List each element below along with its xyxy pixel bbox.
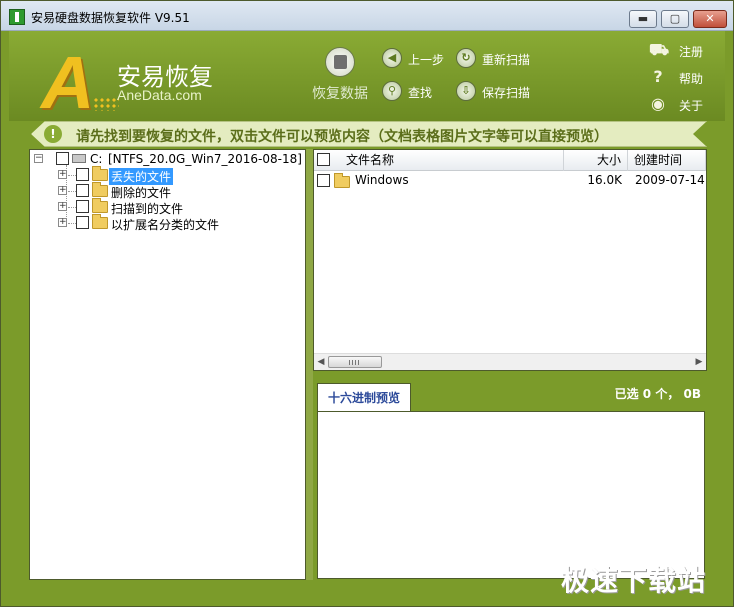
save-scan-icon: ⇩ xyxy=(456,81,476,101)
folder-icon xyxy=(334,173,350,188)
file-list[interactable]: 文件名称 大小 创建时间 Windows 16.0K 2009-07-14 1 … xyxy=(313,149,707,371)
folder-tree[interactable]: − C: [NTFS_20.0G_Win7_2016-08-18] + 丢失的文… xyxy=(29,149,306,580)
tree-item-label: 以扩展名分类的文件 xyxy=(111,218,220,232)
save-scan-label: 保存扫描 xyxy=(482,86,531,100)
column-name-label: 文件名称 xyxy=(346,153,395,167)
folder-icon xyxy=(92,166,108,181)
search-icon: ⚲ xyxy=(382,81,402,101)
tree-item-deleted-files[interactable]: + 删除的文件 xyxy=(58,182,298,200)
find-label: 查找 xyxy=(408,86,433,100)
logo-dots xyxy=(93,97,119,111)
register-label: 注册 xyxy=(679,45,704,59)
column-header-size[interactable]: 大小 xyxy=(564,150,628,171)
tree-checkbox[interactable] xyxy=(76,168,89,181)
expand-icon[interactable]: + xyxy=(58,202,67,211)
drive-label: [NTFS_20.0G_Win7_2016-08-18] xyxy=(108,152,302,166)
tree-checkbox[interactable] xyxy=(76,184,89,197)
refresh-icon: ↻ xyxy=(456,48,476,68)
folder-icon xyxy=(92,198,108,213)
select-all-checkbox[interactable] xyxy=(317,153,330,166)
header-banner: A 安易恢复 AneData.com 恢复数据 ◀ 上一步 ↻ 重新扫描 ⚲ 查… xyxy=(9,31,725,121)
drive-letter: C: xyxy=(90,152,103,166)
rescan-label: 重新扫描 xyxy=(482,53,531,67)
drive-icon xyxy=(72,154,86,163)
brand-url: AneData.com xyxy=(117,87,202,103)
tree-guide-line xyxy=(68,175,76,176)
app-icon xyxy=(9,9,25,25)
logo-icon: A xyxy=(41,41,95,124)
app-window: 安易硬盘数据恢复软件 V9.51 ▬ ▢ ✕ A 安易恢复 AneData.co… xyxy=(0,0,734,607)
tree-guide-line xyxy=(68,223,76,224)
file-list-header: 文件名称 大小 创建时间 xyxy=(314,150,706,171)
expand-icon[interactable]: + xyxy=(58,186,67,195)
tree-guide-line xyxy=(68,191,76,192)
tree-item-scanned-files[interactable]: + 扫描到的文件 xyxy=(58,198,298,216)
minimize-button[interactable]: ▬ xyxy=(629,10,657,28)
file-row[interactable]: Windows 16.0K 2009-07-14 1 xyxy=(314,172,706,190)
folder-icon xyxy=(92,214,108,229)
close-button[interactable]: ✕ xyxy=(693,10,727,28)
hex-preview-panel xyxy=(317,411,705,579)
folder-icon xyxy=(92,182,108,197)
question-icon: ? xyxy=(653,67,663,86)
tree-checkbox[interactable] xyxy=(76,200,89,213)
window-title: 安易硬盘数据恢复软件 V9.51 xyxy=(31,11,190,25)
info-icon: ! xyxy=(44,125,62,143)
maximize-button[interactable]: ▢ xyxy=(661,10,689,28)
tree-checkbox[interactable] xyxy=(56,152,69,165)
column-header-created[interactable]: 创建时间 xyxy=(628,150,706,171)
expand-icon[interactable]: + xyxy=(58,218,67,227)
tree-item-lost-files[interactable]: + 丢失的文件 xyxy=(58,166,298,185)
scroll-thumb[interactable] xyxy=(328,356,382,368)
cart-icon: ⛟ xyxy=(649,40,670,59)
floppy-disk-icon xyxy=(325,47,355,77)
file-created: 2009-07-14 1 xyxy=(635,173,706,187)
about-label: 关于 xyxy=(679,99,704,113)
scroll-left-icon[interactable]: ◀ xyxy=(315,356,327,368)
panel-splitter[interactable] xyxy=(306,149,313,580)
tree-item-by-extension[interactable]: + 以扩展名分类的文件 xyxy=(58,214,298,232)
selected-count: 已选 0 个， 0B xyxy=(614,387,701,401)
about-icon: ◉ xyxy=(651,94,665,113)
tab-hex-preview[interactable]: 十六进制预览 xyxy=(317,383,411,413)
arrow-left-icon: ◀ xyxy=(382,48,402,68)
column-header-name[interactable]: 文件名称 xyxy=(314,150,564,171)
watermark: 极速下载站 xyxy=(561,564,707,597)
scroll-right-icon[interactable]: ▶ xyxy=(693,356,705,368)
file-checkbox[interactable] xyxy=(317,174,330,187)
tree-checkbox[interactable] xyxy=(76,216,89,229)
notice-text: 请先找到要恢复的文件，双击文件可以预览内容（文档表格图片文字等可以直接预览） xyxy=(76,129,608,145)
horizontal-scrollbar[interactable]: ◀ ▶ xyxy=(314,353,706,370)
help-label: 帮助 xyxy=(679,72,704,86)
recover-data-button[interactable]: 恢复数据 xyxy=(303,47,377,103)
file-name: Windows xyxy=(355,173,409,187)
tree-root-drive[interactable]: − C: [NTFS_20.0G_Win7_2016-08-18] xyxy=(34,151,304,167)
back-label: 上一步 xyxy=(408,53,445,67)
tree-guide-line xyxy=(68,207,76,208)
expand-icon[interactable]: + xyxy=(58,170,67,179)
notice-bar: ! 请先找到要恢复的文件，双击文件可以预览内容（文档表格图片文字等可以直接预览） xyxy=(31,121,707,147)
preview-tab-bar: 十六进制预览 已选 0 个， 0B xyxy=(313,375,707,413)
file-size: 16.0K xyxy=(587,173,622,187)
recover-data-label: 恢复数据 xyxy=(312,86,368,102)
title-bar[interactable]: 安易硬盘数据恢复软件 V9.51 ▬ ▢ ✕ xyxy=(1,1,733,31)
collapse-icon[interactable]: − xyxy=(34,154,43,163)
